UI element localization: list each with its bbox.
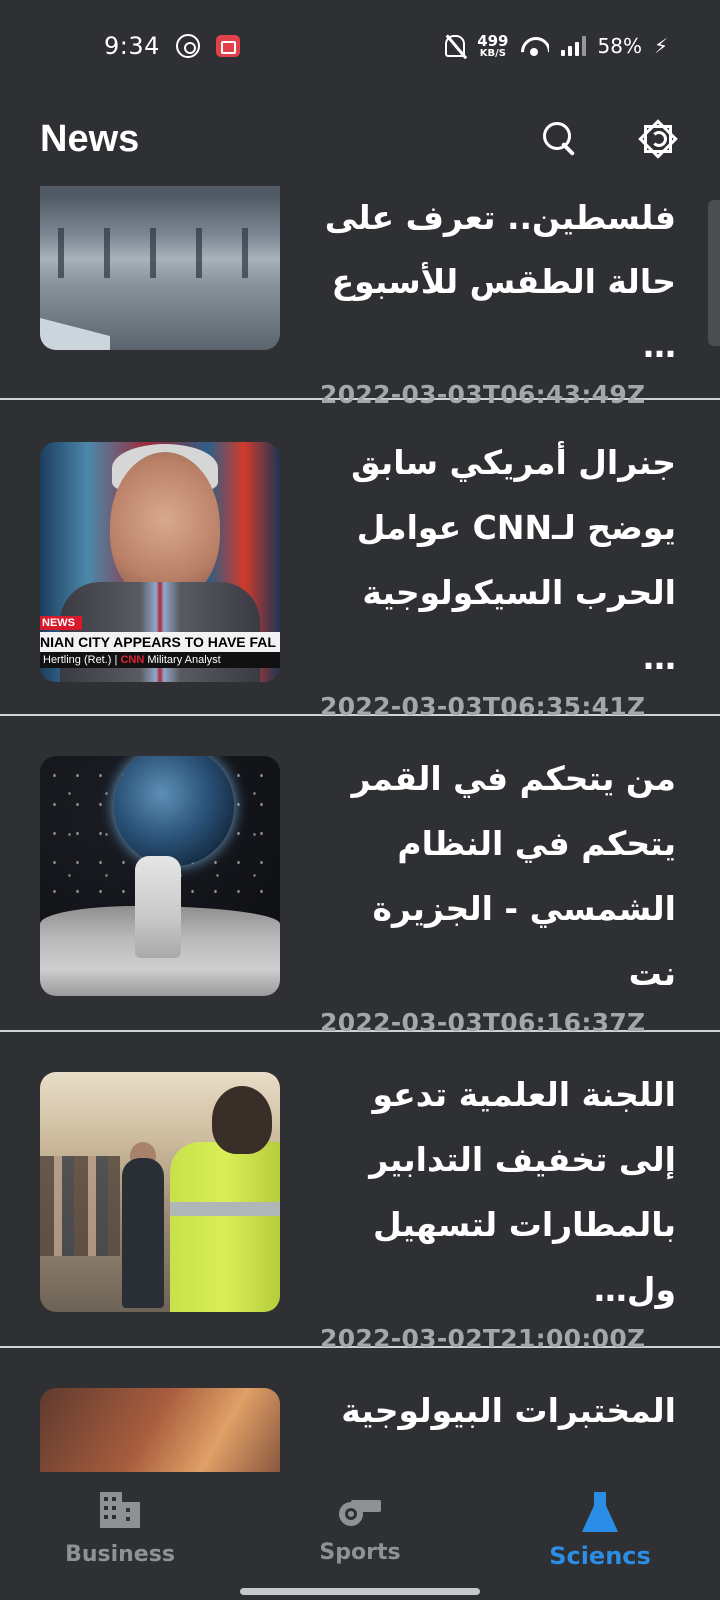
scrollbar[interactable]	[708, 200, 720, 346]
news-list[interactable]: فلسطين.. تعرف على حالة الطقس للأسبوع … 2…	[0, 186, 720, 1472]
building-icon	[100, 1492, 140, 1528]
nav-label-business: Business	[65, 1542, 175, 1567]
news-item[interactable]: اللجنة العلمية تدعو إلى تخفيف التدابير ب…	[0, 1032, 720, 1353]
net-speed: 499 KB/S	[477, 31, 509, 59]
whatsapp-icon	[175, 34, 200, 58]
news-thumbnail	[40, 1072, 280, 1312]
screen-record-icon	[215, 35, 240, 57]
news-text: المختبرات البيولوجية	[320, 1378, 680, 1443]
net-speed-unit: KB/S	[479, 47, 506, 59]
signal-icon	[560, 36, 586, 56]
thumb-news-bug: NEWS	[40, 616, 82, 630]
news-thumbnail	[40, 186, 280, 350]
news-item[interactable]: المختبرات البيولوجية	[0, 1348, 720, 1472]
nav-item-sciences[interactable]: Sciencs	[480, 1472, 720, 1600]
news-title: اللجنة العلمية تدعو إلى تخفيف التدابير ب…	[369, 1075, 676, 1309]
search-icon[interactable]	[540, 119, 580, 159]
nav-label-sciences: Sciencs	[549, 1542, 651, 1570]
home-indicator[interactable]	[240, 1588, 480, 1595]
news-text: اللجنة العلمية تدعو إلى تخفيف التدابير ب…	[320, 1062, 680, 1353]
news-text: جنرال أمريكي سابق يوضح لـCNN عوامل الحرب…	[320, 430, 680, 721]
thumb-caption: Hertling (Ret.) | CNN Military Analyst	[40, 652, 280, 668]
battery-percent: 58%	[597, 34, 642, 58]
wifi-icon	[521, 35, 549, 57]
page-title: News	[40, 117, 140, 160]
app-bar: News	[0, 92, 720, 186]
news-text: من يتحكم في القمر يتحكم في النظام الشمسي…	[320, 746, 680, 1037]
nav-label-sports: Sports	[319, 1540, 401, 1565]
theme-toggle-icon[interactable]	[636, 117, 680, 161]
status-right: 499 KB/S 58% ⚡	[445, 31, 668, 59]
thumb-role: Military Analyst	[147, 654, 221, 666]
news-title: المختبرات البيولوجية	[341, 1391, 676, 1430]
news-thumbnail	[40, 1388, 280, 1472]
flask-icon	[582, 1492, 618, 1532]
bottom-navigation: Business Sports Sciencs	[0, 1472, 720, 1600]
news-title: من يتحكم في القمر يتحكم في النظام الشمسي…	[351, 759, 676, 993]
news-text: فلسطين.. تعرف على حالة الطقس للأسبوع … 2…	[320, 186, 680, 409]
thumb-network: CNN	[120, 654, 145, 666]
app-actions	[540, 117, 680, 161]
thumb-headline: NIAN CITY APPEARS TO HAVE FAL	[40, 632, 280, 652]
news-thumbnail: NEWS NIAN CITY APPEARS TO HAVE FAL Hertl…	[40, 442, 280, 682]
status-bar: 9:34 499 KB/S 58% ⚡	[0, 0, 720, 92]
nav-item-sports[interactable]: Sports	[240, 1472, 480, 1600]
status-time: 9:34	[104, 32, 160, 60]
status-left: 9:34	[104, 32, 240, 60]
news-item[interactable]: فلسطين.. تعرف على حالة الطقس للأسبوع … 2…	[0, 186, 720, 409]
news-title: جنرال أمريكي سابق يوضح لـCNN عوامل الحرب…	[351, 443, 676, 677]
thumb-name: Hertling (Ret.)	[43, 654, 112, 666]
news-thumbnail	[40, 756, 280, 996]
charging-icon: ⚡	[653, 34, 668, 58]
net-speed-value: 499	[477, 31, 509, 50]
whistle-icon	[339, 1492, 381, 1526]
news-title: فلسطين.. تعرف على حالة الطقس للأسبوع …	[324, 198, 676, 365]
news-item[interactable]: NEWS NIAN CITY APPEARS TO HAVE FAL Hertl…	[0, 400, 720, 721]
bell-off-icon	[445, 35, 466, 57]
nav-item-business[interactable]: Business	[0, 1472, 240, 1600]
news-item[interactable]: من يتحكم في القمر يتحكم في النظام الشمسي…	[0, 716, 720, 1037]
